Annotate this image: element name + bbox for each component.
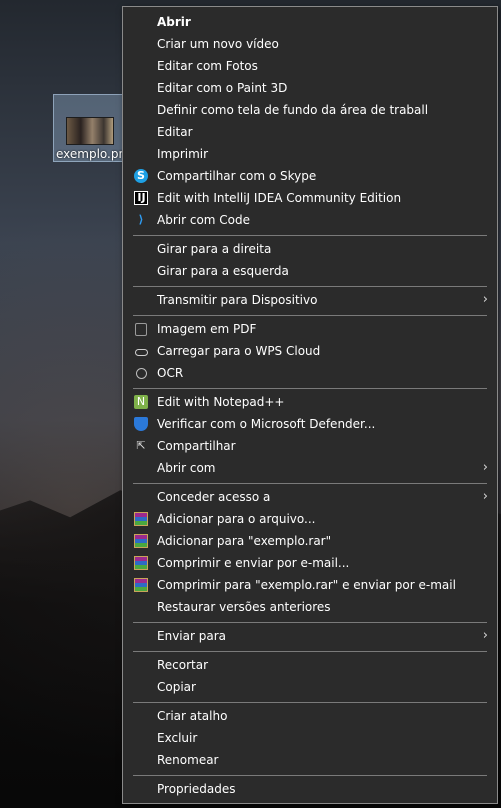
- pdf-icon: [134, 322, 148, 336]
- menu-separator: [133, 775, 487, 776]
- skype-icon: S: [134, 169, 148, 183]
- menu-separator: [133, 702, 487, 703]
- ocr-icon: [134, 366, 148, 380]
- winrar-icon: [134, 578, 148, 592]
- menu-item-give-access-to[interactable]: Conceder acesso a ›: [123, 486, 497, 508]
- menu-item-edit-with-photos[interactable]: Editar com Fotos: [123, 55, 497, 77]
- menu-item-open[interactable]: Abrir: [123, 11, 497, 33]
- menu-item-edit-with-notepadpp[interactable]: N Edit with Notepad++: [123, 391, 497, 413]
- vscode-icon: ⟩: [138, 213, 144, 226]
- menu-item-set-as-wallpaper[interactable]: Definir como tela de fundo da área de tr…: [123, 99, 497, 121]
- menu-item-compress-and-email[interactable]: Comprimir e enviar por e-mail...: [123, 552, 497, 574]
- menu-item-restore-previous-versions[interactable]: Restaurar versões anteriores: [123, 596, 497, 618]
- menu-item-scan-defender[interactable]: Verificar com o Microsoft Defender...: [123, 413, 497, 435]
- chevron-right-icon: ›: [482, 489, 488, 504]
- menu-separator: [133, 235, 487, 236]
- menu-item-create-new-video[interactable]: Criar um novo vídeo: [123, 33, 497, 55]
- chevron-right-icon: ›: [482, 460, 488, 475]
- menu-separator: [133, 622, 487, 623]
- menu-item-add-to-archive[interactable]: Adicionar para o arquivo...: [123, 508, 497, 530]
- context-menu: Abrir Criar um novo vídeo Editar com Fot…: [122, 6, 498, 804]
- menu-separator: [133, 315, 487, 316]
- menu-item-copy[interactable]: Copiar: [123, 676, 497, 698]
- menu-item-open-with[interactable]: Abrir com ›: [123, 457, 497, 479]
- menu-item-upload-wps-cloud[interactable]: Carregar para o WPS Cloud: [123, 340, 497, 362]
- menu-item-properties[interactable]: Propriedades: [123, 778, 497, 800]
- menu-item-compress-to-exemplo-rar-and-email[interactable]: Comprimir para "exemplo.rar" e enviar po…: [123, 574, 497, 596]
- menu-item-delete[interactable]: Excluir: [123, 727, 497, 749]
- menu-item-rotate-left[interactable]: Girar para a esquerda: [123, 260, 497, 282]
- menu-item-open-with-code[interactable]: ⟩ Abrir com Code: [123, 209, 497, 231]
- menu-item-edit-with-intellij[interactable]: IJ Edit with IntelliJ IDEA Community Edi…: [123, 187, 497, 209]
- notepad-plus-plus-icon: N: [134, 395, 148, 409]
- image-thumbnail: [66, 117, 114, 145]
- menu-separator: [133, 388, 487, 389]
- menu-item-rotate-right[interactable]: Girar para a direita: [123, 238, 497, 260]
- winrar-icon: [134, 534, 148, 548]
- menu-item-cut[interactable]: Recortar: [123, 654, 497, 676]
- share-icon: ⇱: [136, 439, 146, 452]
- intellij-icon: IJ: [134, 191, 148, 205]
- menu-item-image-to-pdf[interactable]: Imagem em PDF: [123, 318, 497, 340]
- menu-item-share-with-skype[interactable]: S Compartilhar com o Skype: [123, 165, 497, 187]
- winrar-icon: [134, 556, 148, 570]
- menu-item-edit-with-paint3d[interactable]: Editar com o Paint 3D: [123, 77, 497, 99]
- chevron-right-icon: ›: [482, 628, 488, 643]
- menu-separator: [133, 286, 487, 287]
- menu-separator: [133, 483, 487, 484]
- desktop-file-icon-selected[interactable]: exemplo.png: [53, 94, 134, 162]
- defender-shield-icon: [134, 417, 148, 431]
- menu-item-add-to-exemplo-rar[interactable]: Adicionar para "exemplo.rar": [123, 530, 497, 552]
- menu-item-edit[interactable]: Editar: [123, 121, 497, 143]
- menu-item-print[interactable]: Imprimir: [123, 143, 497, 165]
- menu-item-share[interactable]: ⇱ Compartilhar: [123, 435, 497, 457]
- menu-item-send-to[interactable]: Enviar para ›: [123, 625, 497, 647]
- menu-item-cast-to-device[interactable]: Transmitir para Dispositivo ›: [123, 289, 497, 311]
- winrar-icon: [134, 512, 148, 526]
- menu-item-rename[interactable]: Renomear: [123, 749, 497, 771]
- cloud-icon: [134, 344, 148, 358]
- menu-separator: [133, 651, 487, 652]
- menu-item-create-shortcut[interactable]: Criar atalho: [123, 705, 497, 727]
- menu-item-ocr[interactable]: OCR: [123, 362, 497, 384]
- chevron-right-icon: ›: [482, 292, 488, 307]
